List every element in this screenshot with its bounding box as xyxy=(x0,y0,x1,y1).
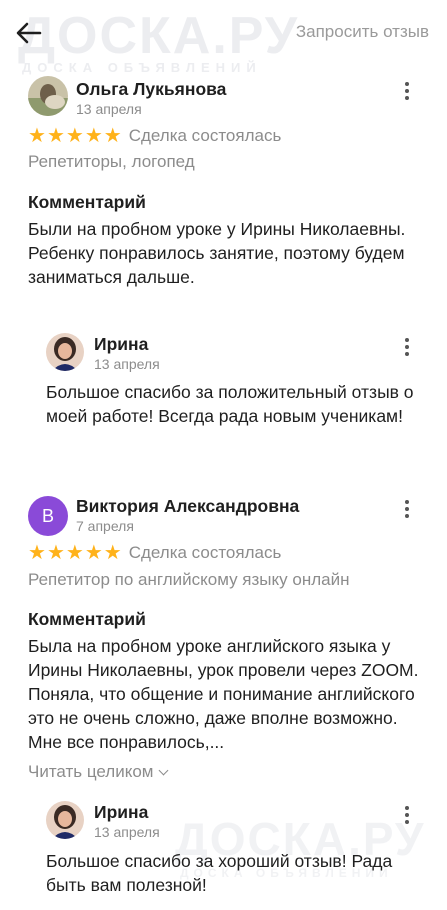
reply-author: Ирина xyxy=(94,802,149,822)
top-bar: Запросить отзыв xyxy=(0,0,447,66)
reply-avatar xyxy=(46,333,84,371)
star-icon: ★ xyxy=(65,542,84,564)
rating-row: ★ ★ ★ ★ ★ Сделка состоялась xyxy=(28,543,281,563)
star-icon: ★ xyxy=(84,125,103,147)
user-photo-icon xyxy=(28,76,68,116)
reply-more-menu-button[interactable] xyxy=(399,804,415,826)
avatar xyxy=(28,76,68,116)
comment-text: Была на пробном уроке английского языка … xyxy=(28,636,419,752)
chevron-down-icon xyxy=(158,765,168,775)
review-category: Репетиторы, логопед xyxy=(28,152,195,171)
review-date: 7 апреля xyxy=(76,518,134,534)
star-icon: ★ xyxy=(28,542,46,564)
comment-text: Были на пробном уроке у Ирины Николаевны… xyxy=(28,219,406,287)
comment-heading: Комментарий xyxy=(28,192,146,212)
user-photo-icon xyxy=(46,333,84,371)
star-icon: ★ xyxy=(84,542,103,564)
star-icon: ★ xyxy=(46,542,65,564)
more-menu-button[interactable] xyxy=(399,80,415,102)
comment-heading: Комментарий xyxy=(28,609,146,629)
review-category: Репетитор по английскому языку онлайн xyxy=(28,570,350,589)
request-review-button[interactable]: Запросить отзыв xyxy=(296,22,429,42)
user-photo-icon xyxy=(46,801,84,839)
reply-date: 13 апреля xyxy=(94,824,160,840)
reply-author: Ирина xyxy=(94,334,149,354)
avatar-letter: В xyxy=(41,505,54,526)
star-icon: ★ xyxy=(65,125,84,147)
star-icon: ★ xyxy=(28,125,46,147)
read-more-link[interactable]: Читать целиком xyxy=(28,762,168,782)
reply-text: Большое спасибо за хороший отзыв! Рада б… xyxy=(46,851,393,895)
star-rating: ★ ★ ★ ★ ★ xyxy=(28,126,123,146)
avatar: В xyxy=(28,496,68,536)
reply-date: 13 апреля xyxy=(94,356,160,372)
arrow-left-icon xyxy=(16,22,42,44)
review-author[interactable]: Виктория Александровна xyxy=(76,496,299,517)
reply-more-menu-button[interactable] xyxy=(399,336,415,358)
review-author[interactable]: Ольга Лукьянова xyxy=(76,79,226,100)
more-menu-button[interactable] xyxy=(399,498,415,520)
star-rating: ★ ★ ★ ★ ★ xyxy=(28,543,123,563)
deal-status: Сделка состоялась xyxy=(128,126,282,145)
read-more-label: Читать целиком xyxy=(28,762,154,781)
rating-row: ★ ★ ★ ★ ★ Сделка состоялась xyxy=(28,126,281,146)
back-button[interactable] xyxy=(14,18,44,48)
star-icon: ★ xyxy=(46,125,65,147)
star-icon: ★ xyxy=(103,125,122,147)
review-date: 13 апреля xyxy=(76,101,142,117)
reply-text: Большое спасибо за положительный отзыв о… xyxy=(46,382,414,426)
star-icon: ★ xyxy=(103,542,122,564)
reply-avatar xyxy=(46,801,84,839)
deal-status: Сделка состоялась xyxy=(128,543,282,562)
